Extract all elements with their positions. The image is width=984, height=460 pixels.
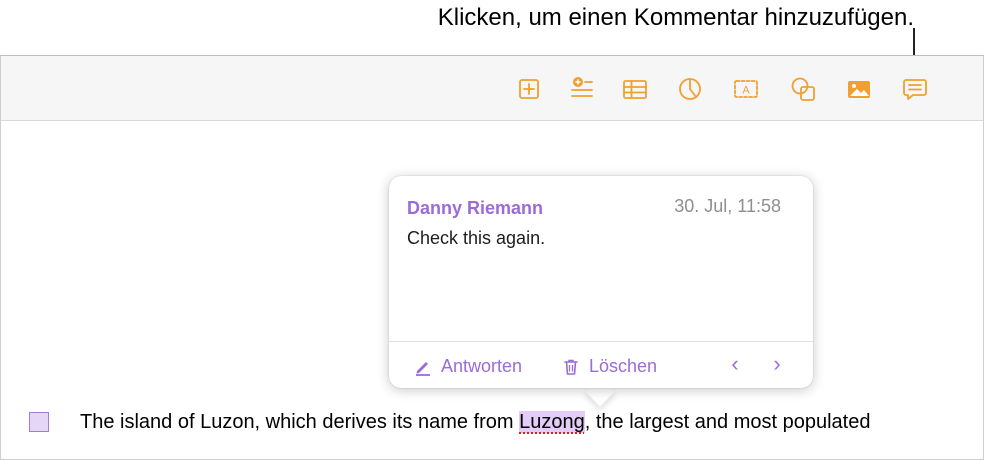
popover-divider — [389, 341, 813, 342]
comment-marker[interactable] — [29, 412, 49, 432]
comment-author: Danny Riemann — [407, 198, 544, 218]
trash-icon — [564, 359, 578, 375]
table-button[interactable] — [618, 73, 652, 105]
chart-icon — [679, 78, 701, 100]
text-box-icon: A — [734, 80, 758, 98]
previous-comment-button[interactable]: ‹ — [723, 350, 747, 378]
comment-icon — [903, 79, 927, 100]
shape-button[interactable] — [786, 73, 820, 105]
chart-button[interactable] — [673, 73, 707, 105]
delete-button[interactable]: Löschen — [561, 356, 657, 377]
paragraph-text-start: The island of Luzon, which derives its n… — [80, 411, 520, 433]
media-button[interactable] — [842, 73, 876, 105]
document-paragraph[interactable]: The island of Luzon, which derives its n… — [80, 411, 870, 434]
comment-date: 30. Jul, 11:58 — [674, 196, 781, 216]
paragraph-text-end: , the largest and most populated — [584, 411, 871, 433]
next-comment-button[interactable]: › — [765, 350, 789, 378]
callout-text: Klicken, um einen Kommentar hinzuzufügen… — [437, 4, 914, 31]
reply-button[interactable]: Antworten — [413, 356, 522, 377]
comment-body[interactable]: Check this again. — [407, 228, 545, 249]
delete-label: Löschen — [589, 356, 658, 376]
add-page-button[interactable] — [512, 73, 546, 105]
table-icon — [623, 80, 647, 99]
comment-button[interactable] — [898, 73, 932, 105]
insert-list-icon — [571, 77, 593, 97]
add-page-icon — [519, 79, 539, 99]
insert-button[interactable] — [565, 73, 599, 105]
shape-icon — [791, 77, 815, 101]
media-icon — [848, 81, 870, 98]
reply-label: Antworten — [441, 356, 523, 376]
toolbar: A — [1, 56, 983, 121]
commented-word[interactable]: Luzong — [519, 411, 585, 433]
comment-popover: Danny Riemann 30. Jul, 11:58 Check this … — [389, 176, 813, 388]
text-box-glyph: A — [742, 85, 750, 97]
pencil-icon — [416, 361, 430, 376]
text-box-button[interactable]: A — [729, 73, 763, 105]
